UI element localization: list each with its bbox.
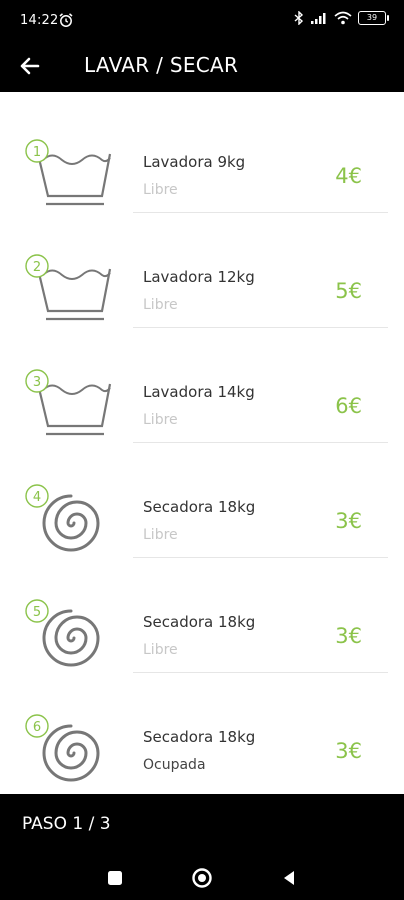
page-title: LAVAR / SECAR bbox=[84, 53, 239, 77]
step-bar: PASO 1 / 3 bbox=[0, 794, 404, 856]
machine-name: Lavadora 9kg bbox=[143, 153, 246, 171]
machine-name: Secadora 18kg bbox=[143, 728, 256, 746]
machine-status: Libre bbox=[143, 412, 178, 428]
triangle-back-icon[interactable] bbox=[277, 866, 301, 890]
machine-number: 6 bbox=[33, 720, 41, 735]
machine-price: 5€ bbox=[335, 279, 362, 303]
machine-number: 2 bbox=[33, 260, 41, 275]
square-icon[interactable] bbox=[103, 866, 127, 890]
machine-status: Libre bbox=[143, 297, 178, 313]
alarm-icon bbox=[59, 13, 73, 27]
machine-status: Libre bbox=[143, 182, 178, 198]
machine-price: 3€ bbox=[335, 624, 362, 648]
machine-number: 4 bbox=[33, 490, 41, 505]
step-indicator: PASO 1 / 3 bbox=[22, 814, 111, 834]
wifi-icon bbox=[334, 11, 352, 25]
machine-status: Ocupada bbox=[143, 757, 206, 773]
status-bar: 14:22 39 bbox=[0, 0, 404, 40]
arrow-left-icon[interactable] bbox=[16, 52, 44, 80]
machine-row[interactable]: 4 Secadora 18kg Libre 3€ bbox=[0, 443, 404, 558]
machine-name: Secadora 18kg bbox=[143, 613, 256, 631]
circle-icon[interactable] bbox=[190, 866, 214, 890]
machine-number: 1 bbox=[33, 145, 41, 160]
machine-row[interactable]: 6 Secadora 18kg Ocupada 3€ bbox=[0, 673, 404, 788]
dryer-spiral-icon: 6 bbox=[25, 714, 100, 782]
machine-name: Secadora 18kg bbox=[143, 498, 256, 516]
washtub-icon: 1 bbox=[25, 139, 112, 206]
machine-status: Libre bbox=[143, 642, 178, 658]
machine-status: Libre bbox=[143, 527, 178, 543]
machine-price: 3€ bbox=[335, 739, 362, 763]
machine-price: 3€ bbox=[335, 509, 362, 533]
machine-row[interactable]: 2 Lavadora 12kg Libre 5€ bbox=[0, 213, 404, 328]
machine-number: 3 bbox=[33, 375, 41, 390]
machine-row[interactable]: 5 Secadora 18kg Libre 3€ bbox=[0, 558, 404, 673]
machine-row[interactable]: 1 Lavadora 9kg Libre 4€ bbox=[0, 98, 404, 213]
machine-list: 1 Lavadora 9kg Libre 4€ 2 Lavadora 12kg … bbox=[0, 98, 404, 794]
app-bar: LAVAR / SECAR bbox=[0, 40, 404, 92]
machine-name: Lavadora 12kg bbox=[143, 268, 255, 286]
washtub-icon: 3 bbox=[25, 369, 112, 436]
bluetooth-icon bbox=[294, 11, 304, 25]
washtub-icon: 2 bbox=[25, 254, 112, 321]
machine-row[interactable]: 3 Lavadora 14kg Libre 6€ bbox=[0, 328, 404, 443]
system-nav-bar bbox=[0, 856, 404, 900]
status-icons: 39 bbox=[294, 11, 389, 25]
machine-number: 5 bbox=[33, 605, 41, 620]
signal-icon bbox=[311, 12, 326, 24]
status-time: 14:22 bbox=[20, 13, 59, 28]
battery-icon: 39 bbox=[358, 11, 389, 25]
dryer-spiral-icon: 4 bbox=[25, 484, 100, 552]
machine-price: 6€ bbox=[335, 394, 362, 418]
dryer-spiral-icon: 5 bbox=[25, 599, 100, 667]
machine-price: 4€ bbox=[335, 164, 362, 188]
machine-name: Lavadora 14kg bbox=[143, 383, 255, 401]
